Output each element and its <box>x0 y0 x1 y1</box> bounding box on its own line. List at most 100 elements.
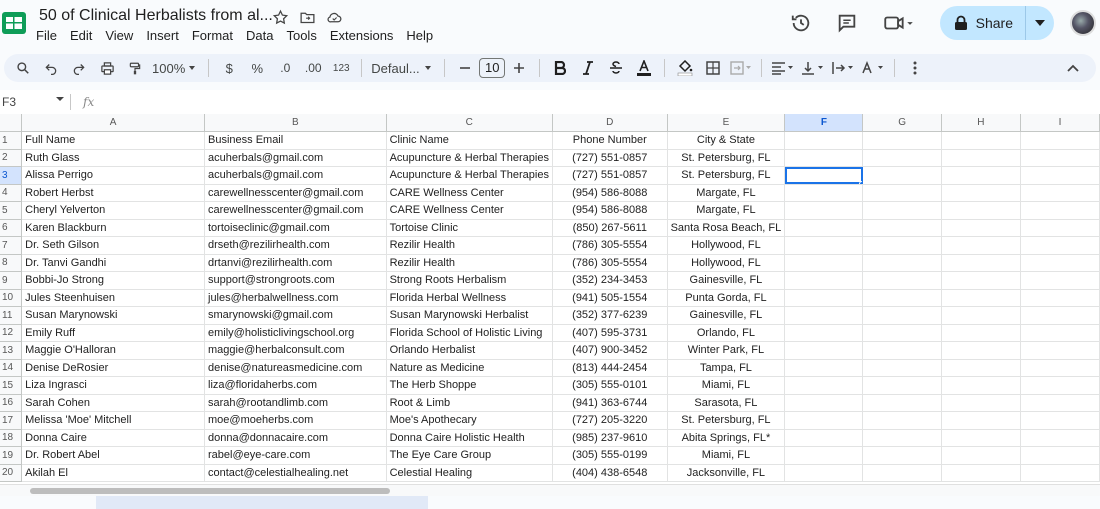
cell[interactable] <box>941 149 1022 167</box>
row-header[interactable]: 13 <box>0 341 23 360</box>
merge-cells-icon[interactable] <box>730 56 752 80</box>
cell[interactable] <box>941 429 1022 447</box>
cell[interactable]: (727) 551-0857 <box>552 149 668 167</box>
cell[interactable]: (352) 234-3453 <box>552 271 668 290</box>
cell[interactable] <box>784 131 864 150</box>
zoom-select[interactable]: 100% <box>152 56 199 80</box>
cell[interactable]: (352) 377-6239 <box>552 306 668 325</box>
row-header[interactable]: 5 <box>0 201 23 220</box>
share-dropdown-button[interactable] <box>1026 6 1054 40</box>
column-header-b[interactable]: B <box>204 114 387 132</box>
cell[interactable]: tortoiseclinic@gmail.com <box>204 219 387 237</box>
cell[interactable]: The Herb Shoppe <box>386 376 553 395</box>
menu-help[interactable]: Help <box>406 28 440 43</box>
cell[interactable]: Robert Herbst <box>21 184 205 202</box>
cell[interactable]: Bobbi-Jo Strong <box>21 271 205 290</box>
cell[interactable] <box>784 376 864 395</box>
cell[interactable]: acuherbals@gmail.com <box>204 149 387 167</box>
cell[interactable] <box>941 254 1022 272</box>
column-header-h[interactable]: H <box>941 114 1022 132</box>
cell[interactable]: Donna Caire Holistic Health <box>386 429 553 447</box>
comments-icon[interactable] <box>836 12 858 34</box>
cell[interactable] <box>941 394 1022 412</box>
strikethrough-icon[interactable] <box>605 56 627 80</box>
cell[interactable]: Jacksonville, FL <box>667 464 786 482</box>
cell[interactable]: (954) 586-8088 <box>552 184 668 202</box>
cell[interactable]: carewellnesscenter@gmail.com <box>204 201 387 220</box>
cell[interactable]: Melissa 'Moe' Mitchell <box>21 411 205 430</box>
row-header[interactable]: 16 <box>0 394 23 412</box>
sheet-tab[interactable] <box>96 496 428 509</box>
cell[interactable] <box>941 306 1022 325</box>
column-header-i[interactable]: I <box>1020 114 1100 132</box>
row-header[interactable]: 10 <box>0 289 23 307</box>
cell[interactable]: (941) 505-1554 <box>552 289 668 307</box>
cell[interactable]: Florida School of Holistic Living <box>386 324 553 342</box>
column-header-g[interactable]: G <box>862 114 942 132</box>
cell[interactable] <box>941 411 1022 430</box>
cell[interactable] <box>941 341 1022 360</box>
cell[interactable]: CARE Wellness Center <box>386 184 553 202</box>
menu-insert[interactable]: Insert <box>146 28 186 43</box>
cell[interactable]: (786) 305-5554 <box>552 236 668 255</box>
cell[interactable] <box>1020 201 1100 220</box>
cell[interactable]: Winter Park, FL <box>667 341 786 360</box>
cell[interactable]: Acupuncture & Herbal Therapies <box>386 149 553 167</box>
scrollbar-thumb[interactable] <box>30 488 390 494</box>
cell[interactable] <box>941 184 1022 202</box>
row-header[interactable]: 3 <box>0 166 23 185</box>
increase-font-size-icon[interactable] <box>508 56 530 80</box>
cell[interactable] <box>784 341 864 360</box>
cell[interactable] <box>784 359 864 377</box>
cell[interactable]: emily@holisticlivingschool.org <box>204 324 387 342</box>
cell[interactable] <box>862 254 942 272</box>
cell[interactable] <box>1020 446 1100 465</box>
cell[interactable] <box>784 184 864 202</box>
cell[interactable]: City & State <box>667 131 786 150</box>
cell[interactable]: Celestial Healing <box>386 464 553 482</box>
cell[interactable] <box>862 149 942 167</box>
cell[interactable] <box>862 184 942 202</box>
cell[interactable] <box>862 236 942 255</box>
cell[interactable]: jules@herbalwellness.com <box>204 289 387 307</box>
cell[interactable] <box>1020 166 1100 185</box>
cell[interactable]: (305) 555-0199 <box>552 446 668 465</box>
cell[interactable]: contact@celestialhealing.net <box>204 464 387 482</box>
cell[interactable] <box>1020 429 1100 447</box>
menu-tools[interactable]: Tools <box>286 28 323 43</box>
cell[interactable] <box>784 411 864 430</box>
cell[interactable]: sarah@rootandlimb.com <box>204 394 387 412</box>
cell[interactable] <box>1020 464 1100 482</box>
horizontal-scrollbar[interactable] <box>0 484 1100 496</box>
font-family-select[interactable]: Defaul... <box>371 56 435 80</box>
row-header[interactable]: 20 <box>0 464 23 482</box>
cell[interactable] <box>1020 236 1100 255</box>
meet-video-icon[interactable] <box>882 12 916 34</box>
cell[interactable]: rabel@eye-care.com <box>204 446 387 465</box>
cell[interactable]: Punta Gorda, FL <box>667 289 786 307</box>
number-format-button[interactable]: 123 <box>330 56 352 80</box>
cell[interactable]: Abita Springs, FL* <box>667 429 786 447</box>
cell[interactable] <box>862 219 942 237</box>
cell[interactable] <box>1020 341 1100 360</box>
name-box[interactable]: F3 <box>0 95 70 109</box>
cell[interactable] <box>1020 376 1100 395</box>
cell[interactable]: Sarasota, FL <box>667 394 786 412</box>
row-header[interactable]: 7 <box>0 236 23 255</box>
version-history-icon[interactable] <box>790 12 812 34</box>
cell[interactable]: carewellnesscenter@gmail.com <box>204 184 387 202</box>
cell[interactable] <box>862 446 942 465</box>
increase-decimal-button[interactable]: .00 <box>302 56 324 80</box>
cell[interactable] <box>1020 359 1100 377</box>
cell[interactable]: support@strongroots.com <box>204 271 387 290</box>
cell[interactable]: moe@moeherbs.com <box>204 411 387 430</box>
cell[interactable]: Rezilir Health <box>386 236 553 255</box>
decrease-font-size-icon[interactable] <box>454 56 476 80</box>
cell[interactable]: donna@donnacaire.com <box>204 429 387 447</box>
cell[interactable] <box>1020 306 1100 325</box>
cell[interactable]: (407) 900-3452 <box>552 341 668 360</box>
cell[interactable]: Margate, FL <box>667 201 786 220</box>
fill-handle[interactable] <box>859 180 862 184</box>
cell[interactable] <box>862 306 942 325</box>
cell[interactable]: Miami, FL <box>667 446 786 465</box>
